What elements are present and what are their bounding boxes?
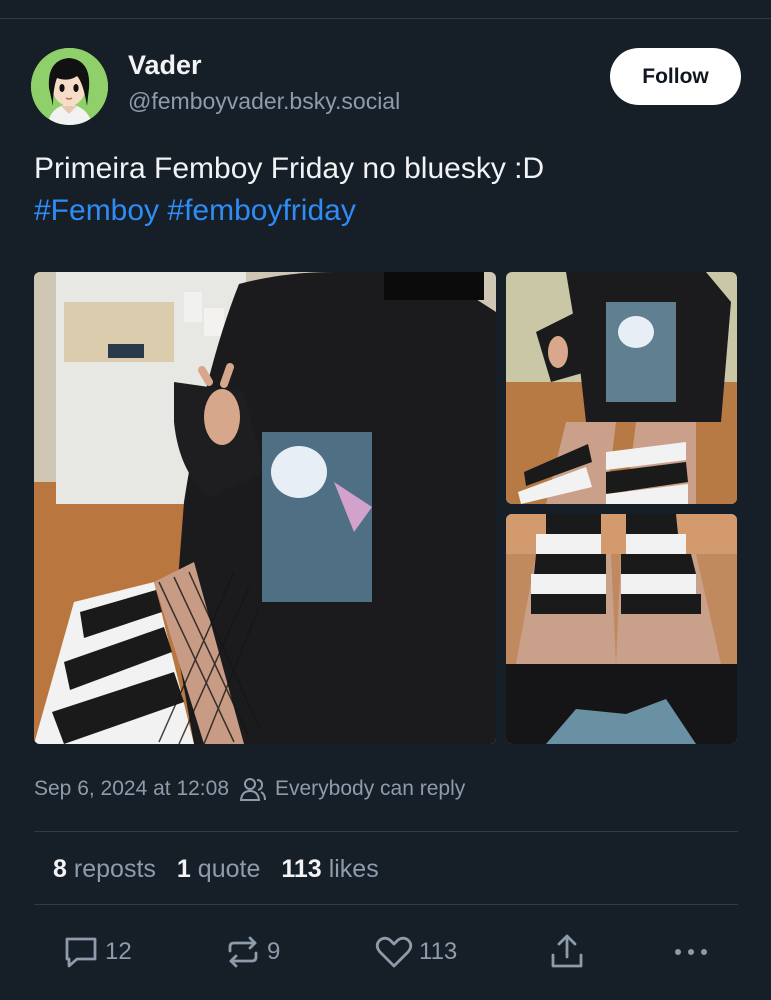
post-body: Primeira Femboy Friday no bluesky :D [34,152,545,185]
reposts-count: 8 [53,854,67,883]
hashtag-femboyfriday[interactable]: #femboyfriday [167,194,355,227]
heart-icon [375,936,413,968]
reply-button[interactable]: 12 [63,930,132,974]
post-meta: Sep 6, 2024 at 12:08 Everybody can reply [34,774,465,804]
share-button[interactable] [549,930,585,974]
repost-count: 9 [267,938,281,965]
avatar[interactable] [31,48,108,125]
follow-button[interactable]: Follow [610,48,741,105]
reply-icon [65,937,97,968]
likes-count: 113 [281,854,322,883]
hashtag-line: #Femboy #femboyfriday [34,190,544,232]
likes-stat[interactable]: 113 likes [281,855,378,884]
top-divider [0,18,771,19]
reposts-label: reposts [73,854,156,883]
more-options-button[interactable] [673,930,709,974]
post-image-top-right[interactable] [506,272,737,504]
repost-icon [228,936,258,968]
people-icon [239,778,266,801]
author-display-name[interactable]: Vader [128,50,202,81]
quotes-count: 1 [176,854,191,883]
reply-setting[interactable]: Everybody can reply [275,777,465,801]
share-icon [551,934,583,968]
post-stats: 8 reposts 1 quote 113 likes [53,852,400,886]
author-handle[interactable]: @femboyvader.bsky.social [128,88,400,115]
more-icon [675,949,707,955]
anime-avatar-icon [31,48,108,125]
reposts-stat[interactable]: 8 reposts [53,855,156,884]
repost-button[interactable]: 9 [225,930,280,974]
like-count: 113 [419,938,458,965]
like-button[interactable]: 113 [375,930,457,974]
divider [34,904,738,905]
hashtag-femboy[interactable]: #Femboy [34,194,159,227]
likes-label: likes [328,854,379,883]
post-image-main[interactable] [34,272,496,744]
post-timestamp[interactable]: Sep 6, 2024 at 12:08 [34,777,229,801]
post-image-bottom-right[interactable] [506,514,737,744]
reply-count: 12 [105,938,132,965]
divider [34,831,738,832]
quotes-label: quote [197,854,261,883]
quotes-stat[interactable]: 1 quote [177,855,260,884]
post-text: Primeira Femboy Friday no bluesky :D #Fe… [34,148,544,232]
